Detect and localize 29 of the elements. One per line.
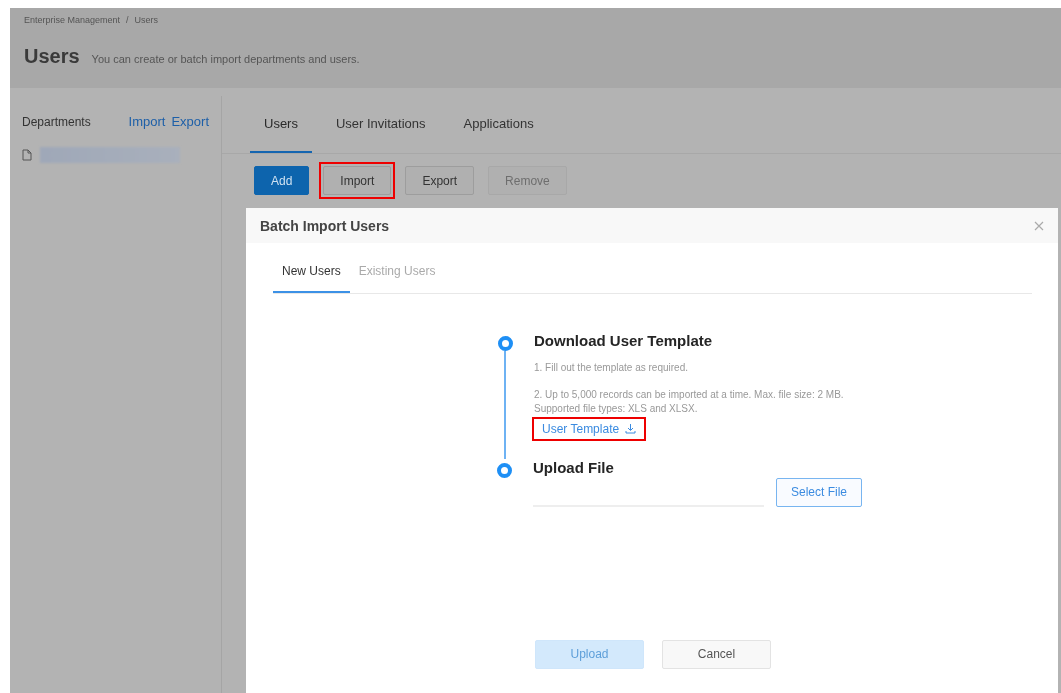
tab[interactable]: Existing Users <box>349 259 445 293</box>
sidebar-link[interactable]: Import <box>128 114 166 129</box>
breadcrumb-item[interactable]: Enterprise Management <box>24 15 121 25</box>
toolbar-button[interactable]: Import <box>323 166 392 195</box>
toolbar-button[interactable]: Add <box>254 166 310 195</box>
breadcrumb-item[interactable]: / <box>126 15 129 25</box>
select-file-button[interactable]: Select File <box>776 477 863 507</box>
dialog-title: Batch Import Users <box>260 217 390 234</box>
step-note: 2. Up to 5,000 records can be imported at a time. Max. file size: 2 MB. Supported file types: XLS and XLSX. <box>534 387 845 416</box>
document-icon <box>22 149 32 161</box>
breadcrumb-item[interactable]: Users <box>134 15 159 25</box>
toolbar-button[interactable]: Export <box>405 166 475 195</box>
step-dot <box>497 336 513 351</box>
sidebar-link[interactable]: Export <box>171 114 209 129</box>
step-note: 1. Fill out the template as required. <box>534 361 689 375</box>
close-icon[interactable] <box>1034 220 1044 231</box>
sidebar-title: Departments <box>22 114 91 129</box>
tab[interactable]: Applications <box>449 96 548 153</box>
template-link[interactable]: User Template <box>534 418 645 439</box>
download-icon <box>625 423 637 434</box>
step-dot <box>497 462 512 478</box>
page-subtitle: You can create or batch import departments and users. <box>91 53 360 65</box>
step-title: Upload File <box>533 458 615 476</box>
step-title: Download User Template <box>534 332 714 349</box>
dialog-button[interactable]: Cancel <box>662 639 771 669</box>
tab[interactable]: Users <box>250 96 312 153</box>
page-title: Users <box>24 45 80 68</box>
tab[interactable]: User Invitations <box>321 96 440 153</box>
tab[interactable]: New Users <box>273 259 350 293</box>
